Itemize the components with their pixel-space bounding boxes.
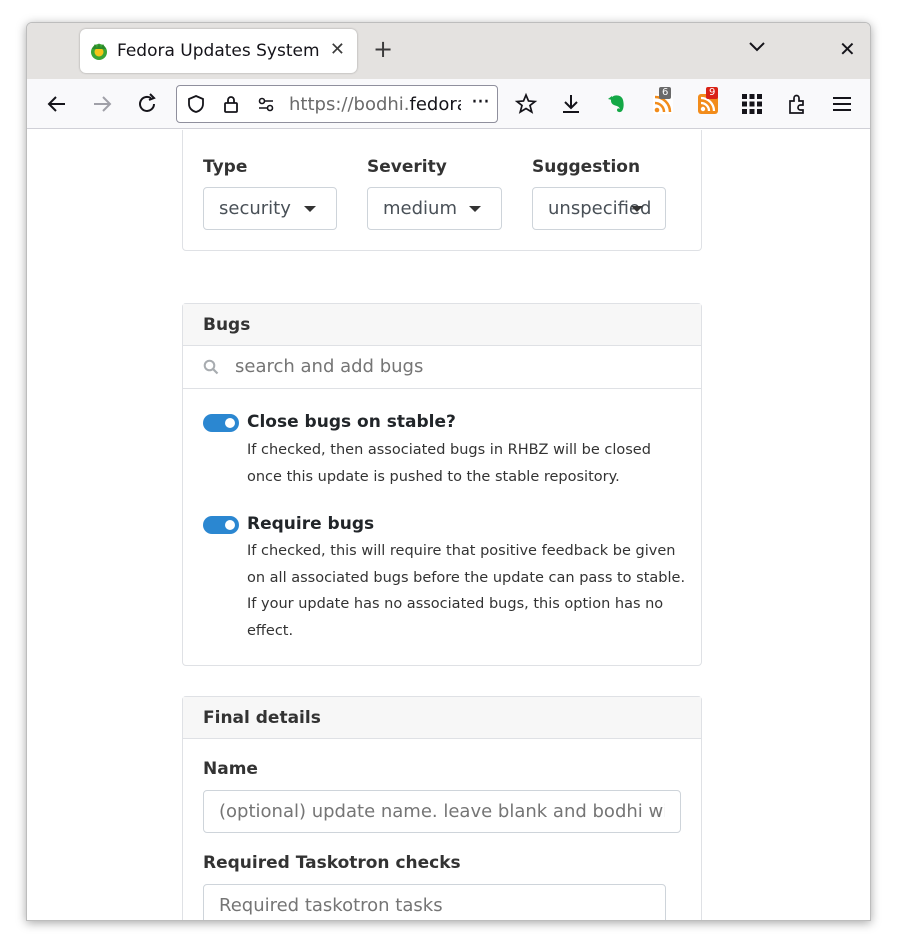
suggestion-select[interactable]: unspecified xyxy=(532,187,666,230)
url-bar[interactable]: https://bodhi.fedora ··· xyxy=(176,85,498,123)
url-text[interactable]: https://bodhi.fedora xyxy=(289,94,461,115)
feed-extension-1[interactable]: 6 xyxy=(651,87,675,116)
apps-grid-icon[interactable] xyxy=(740,92,764,116)
bugs-search[interactable] xyxy=(183,345,701,389)
bugs-search-input[interactable] xyxy=(235,356,675,377)
suggestion-label: Suggestion xyxy=(532,157,641,177)
require-bugs-toggle[interactable] xyxy=(203,516,239,534)
type-select[interactable]: security xyxy=(203,187,337,230)
bookmarks-star-icon[interactable] xyxy=(514,92,538,116)
chevron-down-icon xyxy=(469,206,481,212)
close-bugs-toggle[interactable] xyxy=(203,414,239,432)
shield-icon[interactable] xyxy=(186,94,206,114)
bugs-card: Bugs Close bugs on stable? If checked, t… xyxy=(182,303,702,666)
final-details-card: Final details Name Required Taskotron ch… xyxy=(182,696,702,920)
severity-value: medium xyxy=(383,198,457,219)
feed-count-badge-2: 9 xyxy=(706,87,719,99)
tab-title: Fedora Updates System xyxy=(117,41,320,61)
close-bugs-title: Close bugs on stable? xyxy=(247,412,456,432)
name-input[interactable] xyxy=(203,790,681,833)
tab-bar: Fedora Updates System ✕ + ✕ xyxy=(27,23,870,79)
list-all-tabs-icon[interactable] xyxy=(747,39,767,55)
severity-select[interactable]: medium xyxy=(367,187,502,230)
permissions-icon[interactable] xyxy=(256,94,276,114)
bugs-header: Bugs xyxy=(183,304,701,346)
page-content: Type security Severity medium Suggestion… xyxy=(27,130,870,920)
evernote-icon[interactable] xyxy=(605,92,629,116)
name-label: Name xyxy=(203,759,258,779)
search-icon xyxy=(203,359,219,375)
navigation-toolbar: https://bodhi.fedora ··· 6 xyxy=(27,79,870,129)
feed-count-badge-1: 6 xyxy=(659,87,672,99)
new-tab-icon[interactable]: + xyxy=(371,35,395,63)
close-bugs-description: If checked, then associated bugs in RHBZ… xyxy=(247,442,651,485)
chevron-down-icon xyxy=(631,206,643,212)
tab-fedora-updates[interactable]: Fedora Updates System ✕ xyxy=(80,29,357,73)
final-details-header: Final details xyxy=(183,697,701,739)
url-domain: fedora xyxy=(409,94,461,115)
extensions-puzzle-icon[interactable] xyxy=(785,92,809,116)
tab-close-icon[interactable]: ✕ xyxy=(330,39,345,60)
details-card: Type security Severity medium Suggestion… xyxy=(182,130,702,251)
severity-label: Severity xyxy=(367,157,447,177)
lock-icon[interactable] xyxy=(221,94,241,114)
page-actions-more-icon[interactable]: ··· xyxy=(471,90,490,115)
require-bugs-title: Require bugs xyxy=(247,514,375,534)
feed-extension-2[interactable]: 9 xyxy=(696,87,720,116)
type-label: Type xyxy=(203,157,248,177)
reload-icon[interactable] xyxy=(135,92,159,116)
forward-icon[interactable] xyxy=(90,92,114,116)
back-icon[interactable] xyxy=(45,92,69,116)
bodhi-favicon-icon xyxy=(91,43,107,60)
downloads-icon[interactable] xyxy=(559,92,583,116)
chevron-down-icon xyxy=(304,206,316,212)
url-prefix: https://bodhi. xyxy=(289,94,410,115)
window-close-icon[interactable]: ✕ xyxy=(839,37,856,61)
taskotron-label: Required Taskotron checks xyxy=(203,853,461,873)
type-value: security xyxy=(219,198,291,219)
taskotron-input[interactable] xyxy=(203,884,666,920)
browser-window: Fedora Updates System ✕ + ✕ https://bodh… xyxy=(26,22,871,921)
menu-hamburger-icon[interactable] xyxy=(830,92,854,116)
require-bugs-description: If checked, this will require that posit… xyxy=(247,543,686,639)
